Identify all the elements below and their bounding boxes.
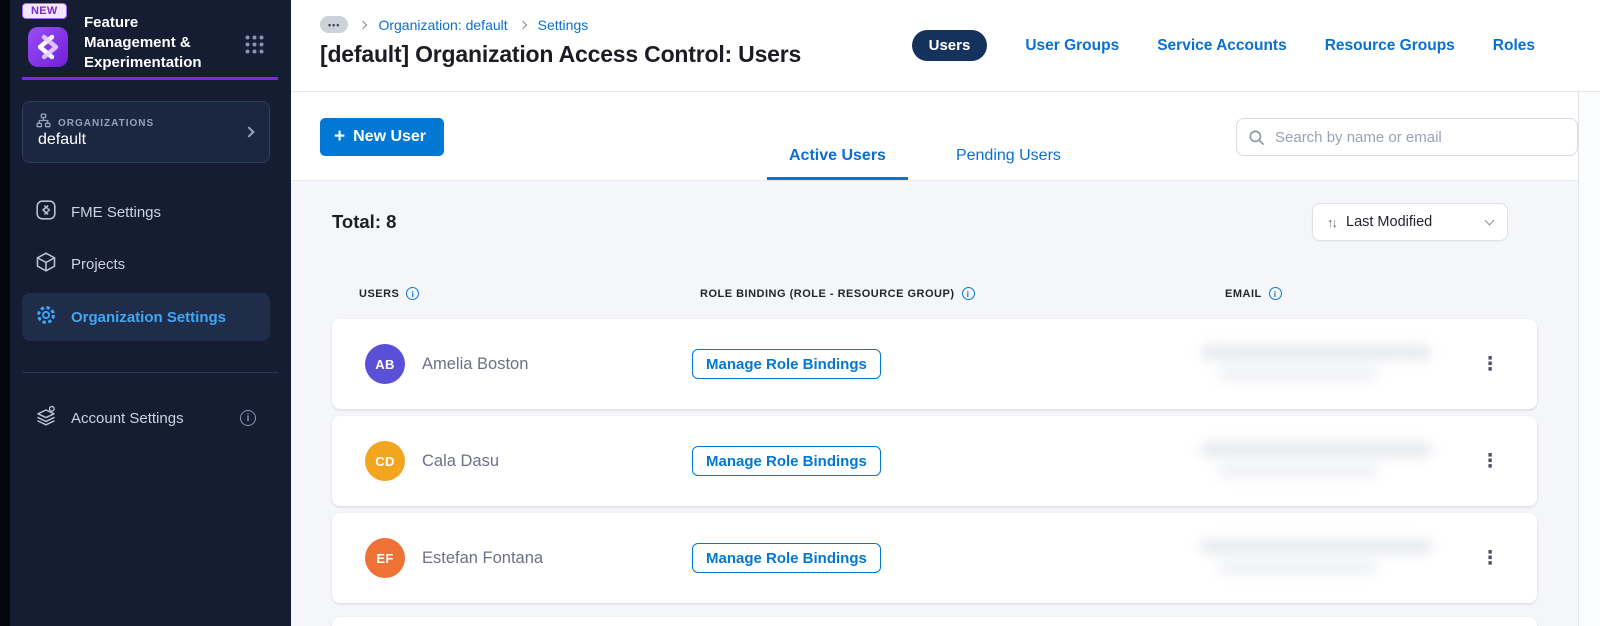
- row-kebab-menu-button[interactable]: ⋮: [1472, 319, 1508, 409]
- app-switcher-grid-icon[interactable]: [244, 34, 265, 60]
- search-box: [1236, 118, 1578, 156]
- main-content: ••• Organization: default Settings [defa…: [291, 0, 1600, 626]
- manage-role-bindings-button[interactable]: Manage Role Bindings: [692, 543, 881, 573]
- sidebar-divider: [22, 372, 278, 373]
- user-row-partial: [332, 617, 1537, 626]
- column-header-email: EMAIL: [1225, 287, 1282, 300]
- tab-pending-users[interactable]: Pending Users: [934, 134, 1083, 180]
- breadcrumb-chevron-icon: [518, 20, 527, 29]
- sort-label: Last Modified: [1346, 214, 1433, 230]
- breadcrumb: ••• Organization: default Settings: [320, 16, 588, 33]
- nav-tab-resource-groups[interactable]: Resource Groups: [1325, 37, 1455, 55]
- info-icon[interactable]: [1268, 287, 1282, 300]
- toolbar: + New User Active Users Pending Users: [291, 92, 1600, 181]
- users-list-section: Total: 8 ↑↓ Last Modified USERS ROLE BIN…: [291, 181, 1600, 626]
- nav-tab-users[interactable]: Users: [911, 30, 988, 61]
- breadcrumb-link-settings[interactable]: Settings: [538, 17, 589, 33]
- page-title: [default] Organization Access Control: U…: [320, 41, 802, 67]
- chevron-down-icon: [1484, 215, 1495, 225]
- account-settings-layers-icon: [34, 404, 58, 432]
- tab-active-users[interactable]: Active Users: [767, 134, 908, 180]
- user-row: CD Cala Dasu Manage Role Bindings ⋮: [332, 416, 1537, 506]
- app-title: Feature Management & Experimentation: [84, 14, 202, 71]
- user-state-tabs: Active Users Pending Users: [767, 134, 1083, 180]
- organization-value: default: [38, 131, 87, 148]
- avatar: EF: [365, 538, 405, 578]
- breadcrumb-link-organization[interactable]: Organization: default: [378, 17, 507, 33]
- nav-tab-roles[interactable]: Roles: [1493, 37, 1535, 55]
- manage-role-bindings-button[interactable]: Manage Role Bindings: [692, 446, 881, 476]
- column-header-users: USERS: [359, 287, 420, 300]
- sort-dropdown[interactable]: ↑↓ Last Modified: [1312, 203, 1508, 241]
- info-icon[interactable]: [961, 287, 975, 300]
- user-row: AB Amelia Boston Manage Role Bindings ⋮: [332, 319, 1537, 409]
- avatar: CD: [365, 441, 405, 481]
- page-header: ••• Organization: default Settings [defa…: [291, 0, 1600, 92]
- total-count: Total: 8: [332, 211, 397, 232]
- search-input[interactable]: [1237, 119, 1577, 155]
- manage-role-bindings-button[interactable]: Manage Role Bindings: [692, 349, 881, 379]
- breadcrumb-chevron-icon: [359, 20, 368, 29]
- new-user-button[interactable]: + New User: [320, 118, 445, 156]
- info-icon[interactable]: [406, 287, 420, 300]
- sidebar-item-projects[interactable]: Projects: [22, 244, 270, 284]
- fme-settings-icon: [34, 198, 58, 226]
- row-kebab-menu-button[interactable]: ⋮: [1472, 416, 1508, 506]
- organization-selector[interactable]: ORGANIZATIONS default: [22, 101, 270, 163]
- projects-cube-icon: [34, 250, 58, 278]
- column-header-role-binding: ROLE BINDING (ROLE - RESOURCE GROUP): [700, 287, 975, 300]
- redacted-email: [1200, 438, 1460, 486]
- org-hierarchy-icon: [36, 113, 51, 133]
- row-kebab-menu-button[interactable]: ⋮: [1472, 513, 1508, 603]
- user-name: Amelia Boston: [422, 354, 529, 373]
- plus-icon: +: [334, 125, 346, 147]
- gear-icon: [34, 303, 58, 331]
- new-badge: NEW: [22, 3, 67, 19]
- access-control-nav: Users User Groups Service Accounts Resou…: [911, 30, 1535, 61]
- content-right-gutter: [1578, 92, 1600, 626]
- avatar: AB: [365, 344, 405, 384]
- breadcrumb-ellipsis-button[interactable]: •••: [320, 16, 349, 33]
- user-name: Cala Dasu: [422, 451, 500, 470]
- redacted-email: [1200, 535, 1460, 583]
- user-row: EF Estefan Fontana Manage Role Bindings …: [332, 513, 1537, 603]
- account-info-icon[interactable]: [240, 410, 256, 426]
- redacted-email: [1200, 341, 1460, 389]
- nav-tab-service-accounts[interactable]: Service Accounts: [1157, 37, 1287, 55]
- nav-tab-user-groups[interactable]: User Groups: [1025, 37, 1119, 55]
- organizations-label: ORGANIZATIONS: [58, 117, 155, 129]
- screen-edge-strip: [0, 0, 10, 626]
- sort-arrows-icon: ↑↓: [1327, 214, 1338, 230]
- sidebar: NEW Feature Management & Experimentation: [10, 0, 291, 626]
- chevron-right-icon: [243, 126, 255, 138]
- user-name: Estefan Fontana: [422, 548, 544, 567]
- brand-divider: [22, 77, 278, 80]
- sidebar-item-fme-settings[interactable]: FME Settings: [22, 192, 270, 232]
- sidebar-item-organization-settings[interactable]: Organization Settings: [22, 293, 270, 341]
- screen: NEW Feature Management & Experimentation: [0, 0, 1600, 626]
- app-logo-icon: [27, 26, 69, 68]
- sidebar-item-account-settings[interactable]: Account Settings: [22, 398, 270, 438]
